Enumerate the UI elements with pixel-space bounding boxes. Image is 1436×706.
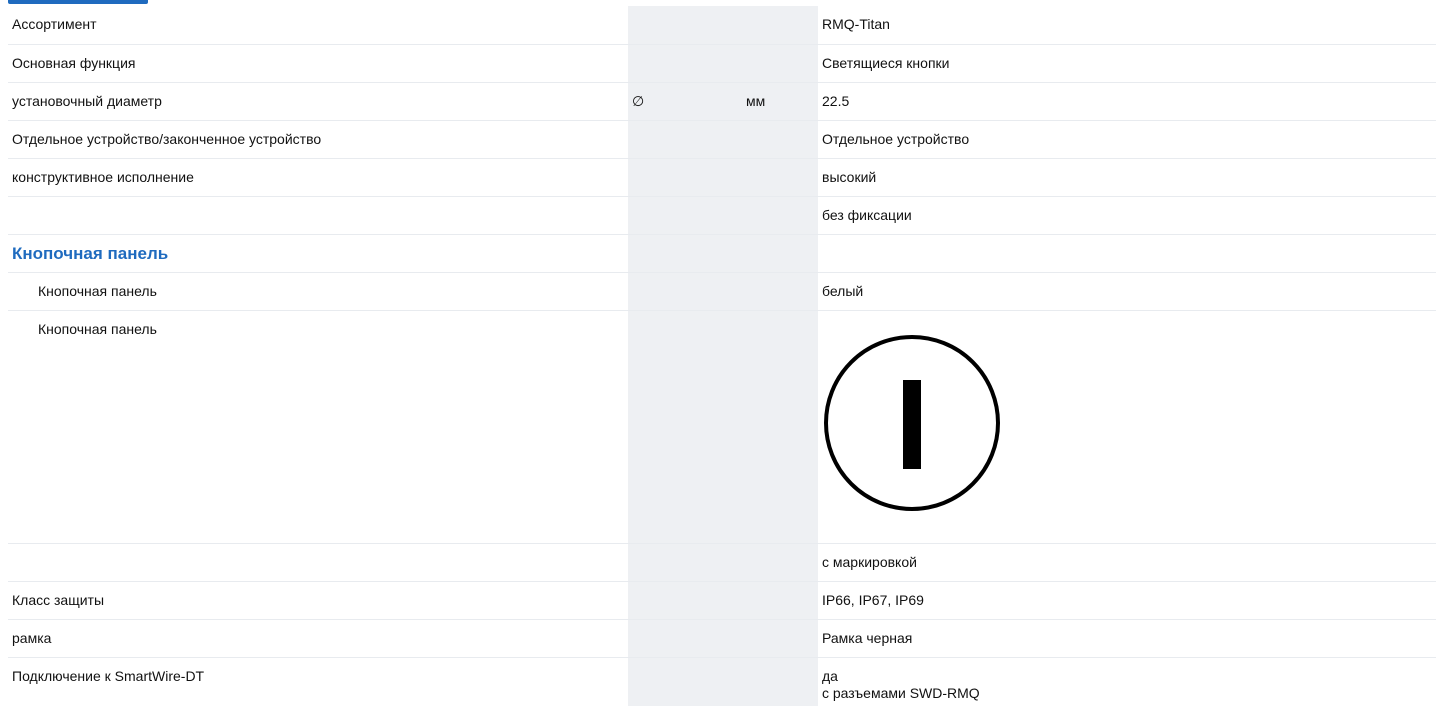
spec-row-panel-color: Кнопочная панель белый bbox=[8, 272, 1436, 311]
spec-value: без фиксации bbox=[818, 196, 1436, 235]
spec-symbol bbox=[628, 44, 742, 83]
spec-label: Ассортимент bbox=[8, 6, 628, 45]
spec-row-frame: рамка Рамка черная bbox=[8, 619, 1436, 658]
spec-label: Кнопочная панель bbox=[8, 272, 628, 311]
spec-label bbox=[8, 543, 628, 582]
section-row-button-panel: Кнопочная панель bbox=[8, 234, 1436, 273]
spec-value: высокий bbox=[818, 158, 1436, 197]
spec-symbol bbox=[628, 6, 742, 45]
spec-row-panel-symbol: Кнопочная панель bbox=[8, 310, 1436, 544]
spec-row-assortment: Ассортимент RMQ-Titan bbox=[8, 6, 1436, 45]
diameter-symbol: ∅ bbox=[628, 82, 742, 121]
spec-unit bbox=[742, 196, 818, 235]
spec-label bbox=[8, 196, 628, 235]
power-on-symbol-icon bbox=[822, 333, 1032, 543]
spec-row-design: конструктивное исполнение высокий bbox=[8, 158, 1436, 197]
spec-value: белый bbox=[818, 272, 1436, 311]
spec-symbol bbox=[628, 158, 742, 197]
spec-row-latching: без фиксации bbox=[8, 196, 1436, 235]
spec-unit bbox=[742, 158, 818, 197]
spec-unit bbox=[742, 44, 818, 83]
section-heading: Кнопочная панель bbox=[8, 234, 628, 273]
spec-unit bbox=[742, 6, 818, 45]
spec-label: рамка bbox=[8, 619, 628, 658]
spec-row-main-function: Основная функция Светящиеся кнопки bbox=[8, 44, 1436, 83]
spec-label: конструктивное исполнение bbox=[8, 158, 628, 197]
spec-symbol bbox=[628, 120, 742, 159]
spec-unit: мм bbox=[742, 82, 818, 121]
spec-value: RMQ-Titan bbox=[818, 6, 1436, 45]
spec-value: Отдельное устройство bbox=[818, 120, 1436, 159]
spec-label: Подключение к SmartWire-DT bbox=[12, 667, 205, 684]
spec-label: Класс защиты bbox=[8, 581, 628, 620]
spec-label: Отдельное устройство/законченное устройс… bbox=[8, 120, 628, 159]
spec-value: Светящиеся кнопки bbox=[818, 44, 1436, 83]
spec-label: Основная функция bbox=[8, 44, 628, 83]
spec-row-mounting-diameter: установочный диаметр ∅ мм 22.5 bbox=[8, 82, 1436, 121]
spec-unit bbox=[742, 120, 818, 159]
spec-table: Ассортимент RMQ-Titan Основная функция С… bbox=[8, 6, 1436, 706]
spec-row-device-type: Отдельное устройство/законченное устройс… bbox=[8, 120, 1436, 159]
spec-symbol bbox=[628, 196, 742, 235]
spec-value: с маркировкой bbox=[818, 543, 1436, 582]
spec-row-marking: с маркировкой bbox=[8, 543, 1436, 582]
spec-value-line: да bbox=[822, 667, 838, 684]
spec-label: установочный диаметр bbox=[8, 82, 628, 121]
spec-value-line: с разъемами SWD-RMQ bbox=[822, 684, 980, 701]
spec-label: Кнопочная панель bbox=[8, 310, 628, 544]
spec-page: Ассортимент RMQ-Titan Основная функция С… bbox=[0, 0, 1436, 706]
spec-value: 22.5 bbox=[818, 82, 1436, 121]
spec-row-protection-class: Класс защиты IP66, IP67, IP69 bbox=[8, 581, 1436, 620]
spec-value: IP66, IP67, IP69 bbox=[818, 581, 1436, 620]
spec-value: да с разъемами SWD-RMQ bbox=[818, 657, 1436, 706]
spec-row-smartwire: Подключение к SmartWire-DT да с разъемам… bbox=[8, 657, 1436, 706]
spec-value: Рамка черная bbox=[818, 619, 1436, 658]
